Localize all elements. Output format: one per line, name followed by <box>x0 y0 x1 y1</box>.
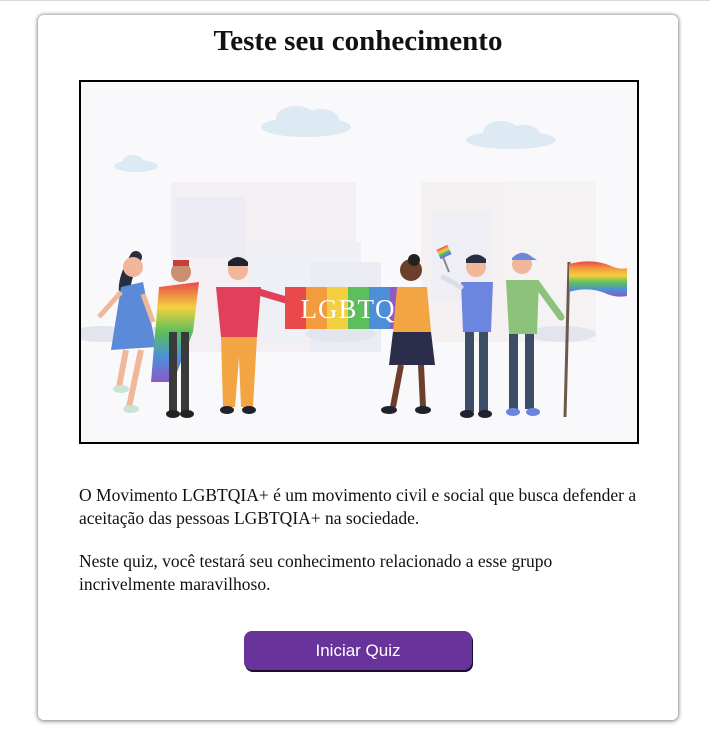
pride-march-illustration: LGBTQ <box>81 106 627 418</box>
page-top-divider <box>0 0 710 1</box>
hero-illustration: LGBTQ <box>79 80 639 444</box>
start-quiz-button[interactable]: Iniciar Quiz <box>244 631 472 670</box>
intro-paragraph: O Movimento LGBTQIA+ é um movimento civi… <box>79 485 637 528</box>
page-title: Teste seu conhecimento <box>213 25 503 57</box>
banner-text: LGBTQ <box>301 294 396 324</box>
quiz-intro-card: Teste seu conhecimento LGBTQ O Movimento… <box>38 15 678 720</box>
lgbtq-banner: LGBTQ <box>285 287 411 329</box>
clouds <box>114 106 556 172</box>
quiz-description-paragraph: Neste quiz, você testará seu conheciment… <box>79 551 553 594</box>
